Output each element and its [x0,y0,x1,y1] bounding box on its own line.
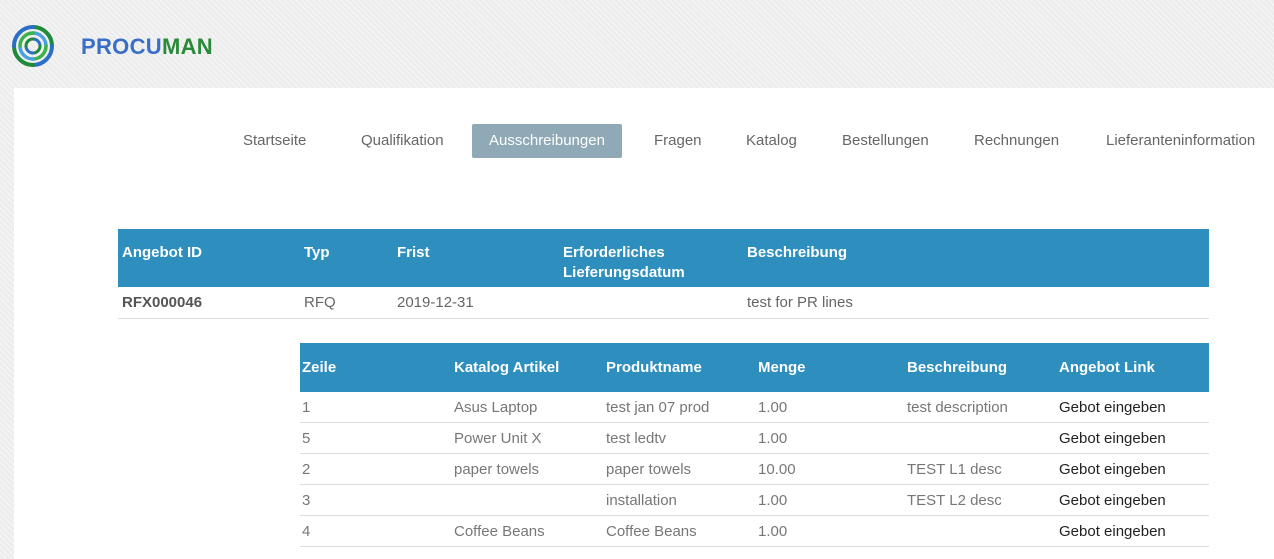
catalog-item-cell: Power Unit X [452,422,604,454]
line-number-cell: 1 [300,392,452,423]
column-header-angebot-id[interactable]: Angebot ID [118,229,300,287]
product-name-cell: Coffee Beans [604,515,756,547]
table-row: 3 installation 1.00 TEST L2 desc Gebot e… [300,484,1209,516]
rfx-description-cell: test for PR lines [743,287,1209,319]
nav-item-lieferanteninformation[interactable]: Lieferanteninformation [1106,124,1255,158]
enter-bid-link[interactable]: Gebot eingeben [1057,392,1209,423]
enter-bid-link[interactable]: Gebot eingeben [1057,515,1209,547]
catalog-item-cell: Asus Laptop [452,392,604,423]
table-row: 5 Power Unit X test ledtv 1.00 Gebot ein… [300,422,1209,454]
app-name[interactable]: PROCUMAN [81,33,213,61]
spiral-logo-icon [12,25,54,67]
column-header-produktname[interactable]: Produktname [604,343,756,392]
column-header-menge[interactable]: Menge [756,343,905,392]
quantity-cell: 10.00 [756,453,905,485]
line-number-cell: 2 [300,453,452,485]
column-header-beschreibung-line[interactable]: Beschreibung [905,343,1057,392]
table-row: 1 Asus Laptop test jan 07 prod 1.00 test… [300,392,1209,423]
enter-bid-link[interactable]: Gebot eingeben [1057,453,1209,485]
quantity-cell: 1.00 [756,484,905,516]
rfx-table-header: Angebot ID Typ Frist Erforderliches Liefe… [118,229,1209,287]
quantity-cell: 1.00 [756,422,905,454]
line-description-cell: TEST L1 desc [905,453,1057,485]
catalog-item-cell: paper towels [452,453,604,485]
app-name-part2: MAN [161,34,213,59]
nav-item-katalog[interactable]: Katalog [746,124,797,158]
quantity-cell: 1.00 [756,392,905,423]
main-content: Startseite Qualifikation Ausschreibungen… [14,88,1274,559]
enter-bid-link[interactable]: Gebot eingeben [1057,422,1209,454]
product-name-cell: test ledtv [604,422,756,454]
line-description-cell: TEST L2 desc [905,484,1057,516]
rfx-lines-table: Zeile Katalog Artikel Produktname Menge … [300,343,1209,547]
column-header-angebot-link[interactable]: Angebot Link [1057,343,1209,392]
table-row: 2 paper towels paper towels 10.00 TEST L… [300,453,1209,485]
line-number-cell: 5 [300,422,452,454]
nav-item-rechnungen[interactable]: Rechnungen [974,124,1059,158]
column-header-frist[interactable]: Frist [393,229,559,287]
rfx-deadline-cell: 2019-12-31 [393,287,559,319]
rfx-delivery-cell [559,287,743,319]
app-header: PROCUMAN [0,0,1274,88]
line-number-cell: 3 [300,484,452,516]
nav-item-startseite[interactable]: Startseite [243,124,306,158]
catalog-item-cell: Coffee Beans [452,515,604,547]
column-header-katalog-artikel[interactable]: Katalog Artikel [452,343,604,392]
rfx-table: Angebot ID Typ Frist Erforderliches Liefe… [118,229,1209,319]
column-header-beschreibung[interactable]: Beschreibung [743,229,1209,287]
product-name-cell: paper towels [604,453,756,485]
nav-item-ausschreibungen[interactable]: Ausschreibungen [472,124,622,158]
product-name-cell: test jan 07 prod [604,392,756,423]
column-header-lieferungsdatum[interactable]: Erforderliches Lieferungsdatum [559,229,743,287]
header-line-2: Lieferungsdatum [563,264,685,281]
app-name-part1: PROCU [81,34,162,59]
line-description-cell: test description [905,392,1057,423]
line-number-cell: 4 [300,515,452,547]
quantity-cell: 1.00 [756,515,905,547]
nav-item-bestellungen[interactable]: Bestellungen [842,124,929,158]
line-description-cell [905,422,1057,454]
line-description-cell [905,515,1057,547]
column-header-zeile[interactable]: Zeile [300,343,452,392]
catalog-item-cell [452,484,604,516]
table-row: 4 Coffee Beans Coffee Beans 1.00 Gebot e… [300,515,1209,547]
nav-item-qualifikation[interactable]: Qualifikation [361,124,444,158]
table-row[interactable]: RFX000046 RFQ 2019-12-31 test for PR lin… [118,287,1209,319]
header-line-1: Erforderliches [563,244,665,261]
lines-table-header: Zeile Katalog Artikel Produktname Menge … [300,343,1209,392]
rfx-id-cell: RFX000046 [118,287,300,319]
rfx-type-cell: RFQ [300,287,393,319]
enter-bid-link[interactable]: Gebot eingeben [1057,484,1209,516]
product-name-cell: installation [604,484,756,516]
column-header-typ[interactable]: Typ [300,229,393,287]
main-nav: Startseite Qualifikation Ausschreibungen… [14,88,1274,188]
nav-item-fragen[interactable]: Fragen [654,124,702,158]
